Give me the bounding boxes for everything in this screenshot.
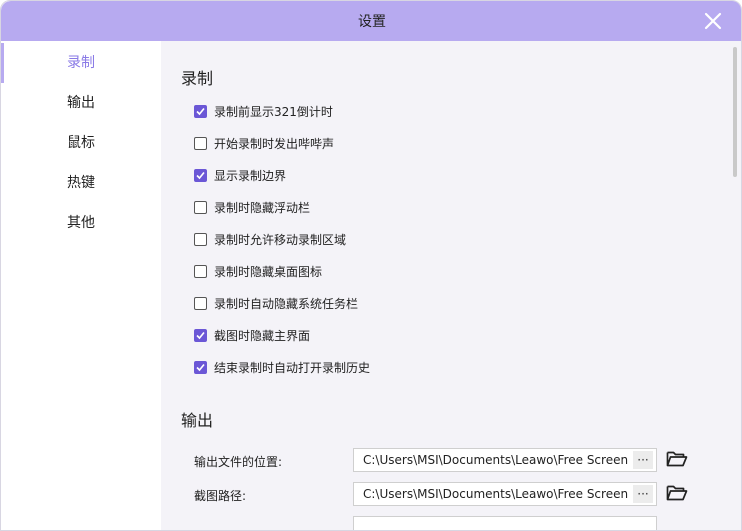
sidebar-item-record[interactable]: 录制: [1, 43, 161, 83]
browse-button[interactable]: ···: [633, 485, 653, 503]
option-countdown[interactable]: 录制前显示321倒计时: [194, 101, 333, 121]
settings-content: 录制 录制前显示321倒计时 开始录制时发出哔哔声 显示录制边界 录制时隐藏浮动…: [161, 41, 729, 530]
sidebar-item-hotkey[interactable]: 热键: [1, 163, 161, 203]
scrollbar-thumb[interactable]: [733, 47, 737, 177]
checkbox[interactable]: [194, 168, 207, 182]
checkbox[interactable]: [194, 104, 207, 118]
output-section-title: 输出: [181, 411, 214, 430]
option-label: 录制时隐藏浮动栏: [214, 200, 311, 215]
folder-open-icon[interactable]: [666, 450, 688, 468]
option-label: 录制前显示321倒计时: [214, 104, 333, 119]
sidebar-item-output[interactable]: 输出: [1, 83, 161, 123]
title-bar: 设置: [1, 1, 741, 41]
record-section-title: 录制: [181, 69, 214, 88]
option-label: 显示录制边界: [214, 168, 287, 183]
option-hide-desktop-icons[interactable]: 录制时隐藏桌面图标: [194, 261, 322, 281]
checkbox[interactable]: [194, 360, 207, 374]
option-hide-taskbar[interactable]: 录制时自动隐藏系统任务栏: [194, 293, 358, 313]
option-show-border[interactable]: 显示录制边界: [194, 165, 286, 185]
option-move-area[interactable]: 录制时允许移动录制区域: [194, 229, 346, 249]
window-title: 设置: [358, 14, 386, 30]
checkbox[interactable]: [194, 296, 207, 310]
checkbox[interactable]: [194, 136, 207, 150]
option-label: 结束录制时自动打开录制历史: [214, 360, 371, 375]
option-label: 截图时隐藏主界面: [214, 328, 311, 343]
sidebar: 录制 输出 鼠标 热键 其他: [1, 41, 161, 530]
browse-button[interactable]: ···: [633, 451, 653, 469]
sidebar-item-mouse[interactable]: 鼠标: [1, 123, 161, 163]
screenshot-path-value: C:\Users\MSI\Documents\Leawo\Free Screen: [363, 487, 629, 501]
option-open-history[interactable]: 结束录制时自动打开录制历史: [194, 357, 370, 377]
screenshot-path-label: 截图路径:: [194, 489, 247, 503]
option-hide-floatbar[interactable]: 录制时隐藏浮动栏: [194, 197, 310, 217]
sidebar-item-other[interactable]: 其他: [1, 203, 161, 243]
option-label: 录制时隐藏桌面图标: [214, 264, 323, 279]
partial-field[interactable]: [353, 516, 657, 530]
settings-window: 设置 录制 输出 鼠标 热键 其他 录制 录制前显示321倒计时 开始录制时发出…: [0, 0, 742, 531]
option-label: 录制时允许移动录制区域: [214, 232, 347, 247]
checkbox[interactable]: [194, 264, 207, 278]
screenshot-path-field[interactable]: C:\Users\MSI\Documents\Leawo\Free Screen…: [353, 482, 657, 506]
output-location-field[interactable]: C:\Users\MSI\Documents\Leawo\Free Screen…: [353, 448, 657, 472]
option-beep[interactable]: 开始录制时发出哔哔声: [194, 133, 334, 153]
folder-open-icon[interactable]: [666, 484, 688, 502]
output-location-label: 输出文件的位置:: [194, 455, 283, 469]
checkbox[interactable]: [194, 200, 207, 214]
scrollbar[interactable]: [729, 41, 741, 530]
close-icon[interactable]: [701, 9, 725, 33]
checkbox[interactable]: [194, 328, 207, 342]
output-location-value: C:\Users\MSI\Documents\Leawo\Free Screen: [363, 453, 629, 467]
checkbox[interactable]: [194, 232, 207, 246]
option-label: 录制时自动隐藏系统任务栏: [214, 296, 359, 311]
option-hide-main-on-screenshot[interactable]: 截图时隐藏主界面: [194, 325, 310, 345]
option-label: 开始录制时发出哔哔声: [214, 136, 335, 151]
